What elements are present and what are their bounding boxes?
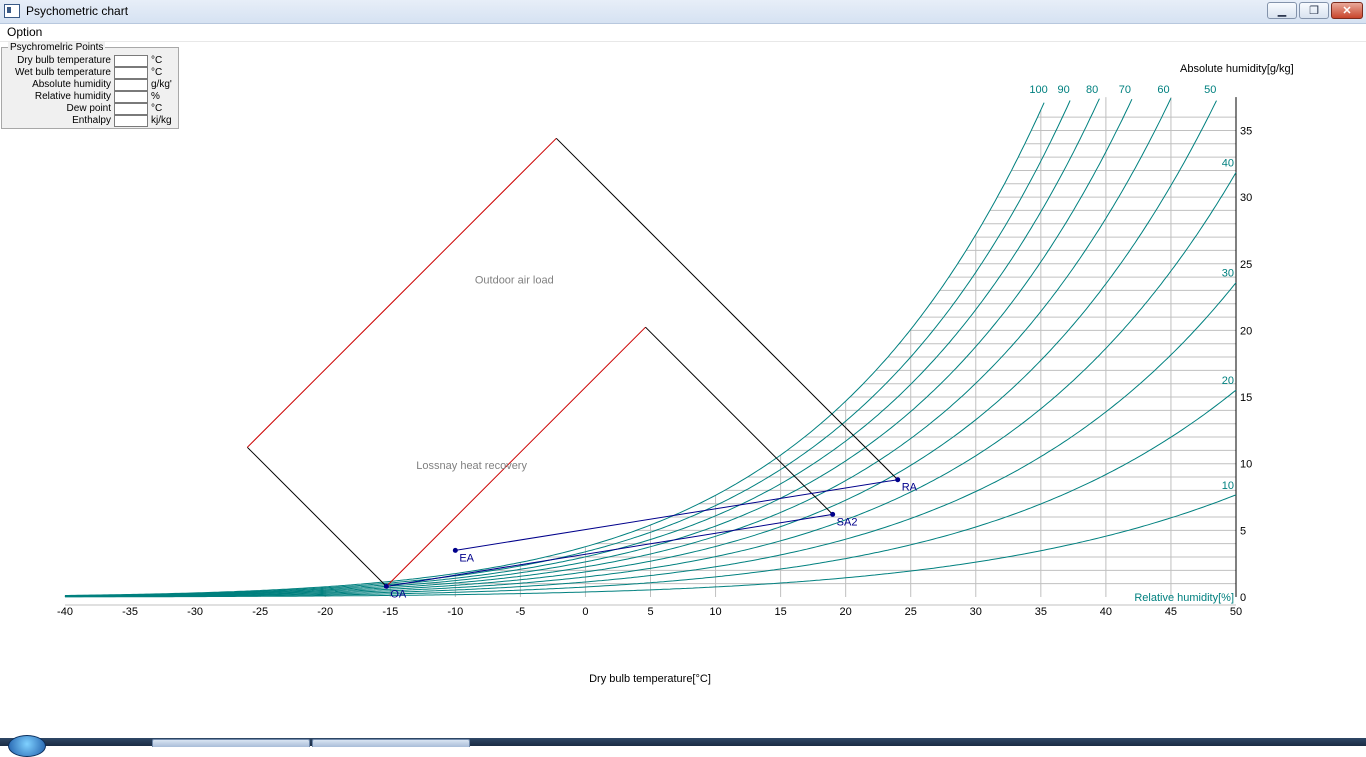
start-button[interactable]	[8, 735, 46, 757]
heat-recovery-edge-red	[386, 326, 646, 587]
point-ea	[452, 547, 458, 553]
x-tick-label: -25	[252, 606, 268, 618]
rh-label-70: 70	[1119, 84, 1131, 96]
point-label-ra: RA	[902, 482, 918, 494]
x-tick-label: -15	[382, 606, 398, 618]
y-tick-label: 5	[1240, 525, 1246, 537]
relative-humidity-unit: %	[151, 91, 160, 102]
rh-label-10: 10	[1222, 480, 1234, 492]
rh-curve-60	[65, 97, 1172, 597]
row-wet-bulb: Wet bulb temperature °C	[2, 67, 178, 79]
y-tick-label: 15	[1240, 392, 1252, 404]
chart-labels: Absolute humidity[g/kg] Dry bulb temperat…	[416, 63, 1293, 685]
dew-point-input[interactable]	[114, 103, 148, 115]
chart-grid	[64, 97, 1237, 606]
enthalpy-unit: kj/kg	[151, 115, 172, 126]
rh-curve-100	[65, 102, 1045, 596]
x-tick-label: 5	[647, 606, 653, 618]
dry-bulb-input[interactable]	[114, 55, 148, 67]
absolute-humidity-unit: g/kg'	[151, 79, 172, 90]
y-tick-label: 35	[1240, 125, 1252, 137]
rh-label-20: 20	[1222, 375, 1234, 387]
point-label-ea: EA	[459, 552, 474, 564]
row-dry-bulb: Dry bulb temperature °C	[2, 55, 178, 67]
x-tick-label: 20	[840, 606, 852, 618]
x-tick-label: -35	[122, 606, 138, 618]
enthalpy-label: Enthalpy	[72, 115, 111, 126]
y-tick-label: 0	[1240, 592, 1246, 604]
heat-recovery-edge-black	[645, 326, 834, 515]
rh-label-80: 80	[1086, 84, 1098, 96]
y-tick-label: 25	[1240, 259, 1252, 271]
x-tick-label: 10	[709, 606, 721, 618]
psychrometric-points-panel: Psychromelric Points Dry bulb temperatur…	[1, 42, 179, 129]
x-tick-label: 40	[1100, 606, 1112, 618]
rh-label-60: 60	[1157, 84, 1169, 96]
rh-label-40: 40	[1222, 158, 1234, 170]
point-sa2	[830, 511, 836, 517]
x-tick-label: 35	[1035, 606, 1047, 618]
rh-curve-80	[65, 98, 1100, 597]
panel-title: Psychromelric Points	[8, 42, 106, 53]
x-tick-label: -40	[57, 606, 73, 618]
outdoor-load-edge-black	[555, 137, 899, 481]
row-absolute-humidity: Absolute humidity g/kg'	[2, 79, 178, 91]
x-tick-label: 45	[1165, 606, 1177, 618]
outdoor-load-edge-red	[246, 137, 557, 448]
psychrometric-chart: OA EA SA2 RA -40 -35 -30 -25 -20 -15 -10 -5 0 5 10 15 2…	[57, 63, 1294, 685]
rh-curves	[65, 97, 1237, 598]
row-enthalpy: Enthalpy kj/kg	[2, 115, 178, 127]
rh-curve-50	[65, 100, 1217, 597]
point-ra	[895, 477, 901, 483]
x-tick-label: 15	[774, 606, 786, 618]
absolute-humidity-label: Absolute humidity	[32, 79, 111, 90]
rh-label-30: 30	[1222, 268, 1234, 280]
x-axis-label: Dry bulb temperature[°C]	[589, 673, 711, 685]
relative-humidity-input[interactable]	[114, 91, 148, 103]
absolute-humidity-input[interactable]	[114, 79, 148, 91]
rh-curve-70	[65, 98, 1133, 597]
rh-label-50: 50	[1204, 84, 1216, 96]
annotation-0: Outdoor air load	[475, 275, 554, 287]
dry-bulb-unit: °C	[151, 55, 163, 66]
x-tick-label: -20	[317, 606, 333, 618]
x-tick-label: -5	[515, 606, 525, 618]
rh-label-100: 100	[1029, 84, 1047, 96]
dew-point-label: Dew point	[66, 103, 111, 114]
dry-bulb-label: Dry bulb temperature	[17, 55, 111, 66]
relative-humidity-label: Relative humidity	[34, 91, 111, 102]
y-tick-label: 10	[1240, 459, 1252, 471]
annotation-1: Lossnay heat recovery	[416, 460, 527, 472]
x-tick-label: 50	[1230, 606, 1242, 618]
rh-curve-90	[65, 100, 1071, 597]
point-label-oa: OA	[390, 588, 407, 600]
y-axis-label: Absolute humidity[g/kg]	[1180, 63, 1294, 75]
rh-label-90: 90	[1058, 84, 1070, 96]
wet-bulb-input[interactable]	[114, 67, 148, 79]
wet-bulb-label: Wet bulb temperature	[15, 67, 111, 78]
point-oa	[383, 583, 389, 589]
row-relative-humidity: Relative humidity %	[2, 91, 178, 103]
x-tick-label: 25	[905, 606, 917, 618]
y-tick-label: 30	[1240, 192, 1252, 204]
x-tick-label: -30	[187, 606, 203, 618]
x-tick-label: 0	[582, 606, 588, 618]
enthalpy-input[interactable]	[114, 115, 148, 127]
rh-axis-label: Relative humidity[%]	[1134, 592, 1234, 604]
x-tick-label: -10	[447, 606, 463, 618]
y-tick-label: 20	[1240, 325, 1252, 337]
row-dew-point: Dew point °C	[2, 103, 178, 115]
point-label-sa2: SA2	[837, 516, 858, 528]
x-tick-label: 30	[970, 606, 982, 618]
wet-bulb-unit: °C	[151, 67, 163, 78]
outdoor-load-edge	[246, 446, 387, 587]
dew-point-unit: °C	[151, 103, 163, 114]
